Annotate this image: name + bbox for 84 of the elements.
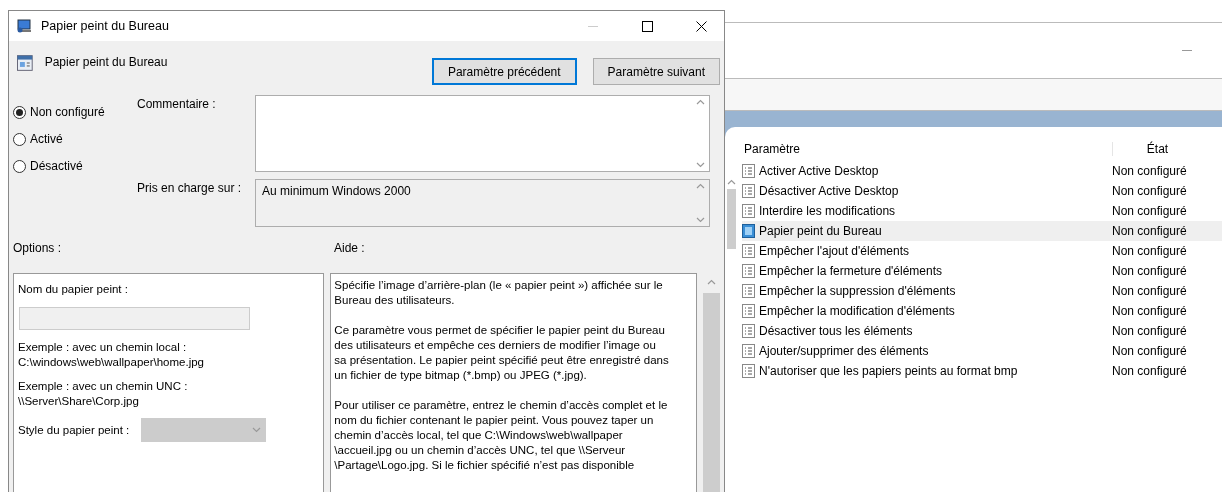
policy-icon bbox=[742, 324, 755, 338]
help-label: Aide : bbox=[334, 241, 365, 257]
scroll-up-icon[interactable] bbox=[696, 99, 705, 105]
radio-button[interactable] bbox=[13, 105, 26, 119]
wallpaper-name-label: Nom du papier peint : bbox=[18, 282, 129, 297]
policy-name: Interdire les modifications bbox=[759, 204, 896, 218]
next-setting-button[interactable]: Paramètre suivant bbox=[592, 58, 720, 85]
column-header[interactable]: État bbox=[1112, 142, 1202, 156]
policy-row[interactable]: Désactiver tous les éléments Non configuré bbox=[742, 321, 1222, 341]
policy-icon bbox=[742, 164, 755, 178]
help-paragraph: Ce paramètre vous permet de spécifier le papier peint du Bureau des utilisateurs et empêche ces derniers de modifier l’image ou sa présentation. Le papier peint spécifié peut être enregistré dans un fichier de type bitmap (*.bmp) ou JPEG (*.jpg). bbox=[334, 323, 670, 383]
help-paragraph: Spécifie l’image d’arrière-plan (le « papier peint ») affichée sur le Bureau des utilisateurs. bbox=[334, 278, 664, 308]
scroll-up-icon[interactable] bbox=[696, 183, 705, 189]
policy-name: Ajouter/supprimer des éléments bbox=[759, 344, 929, 358]
options-label: Options : bbox=[13, 241, 63, 257]
supported-on-field: Au minimum Windows 2000 bbox=[255, 179, 710, 227]
radio-label: Activé bbox=[30, 132, 63, 146]
policy-heading: Papier peint du Bureau bbox=[44, 55, 169, 69]
dropdown-chevron-icon[interactable] bbox=[252, 427, 262, 433]
policy-row[interactable]: Empêcher la modification d'éléments Non configuré bbox=[742, 301, 1222, 321]
policy-row[interactable]: Désactiver Active Desktop Non configuré bbox=[742, 181, 1222, 201]
policy-icon bbox=[742, 244, 755, 258]
policy-name: Papier peint du Bureau bbox=[759, 224, 882, 238]
column-header[interactable]: Paramètre bbox=[742, 142, 1112, 156]
comment-field[interactable] bbox=[255, 95, 710, 172]
policy-state: Non configuré bbox=[1112, 344, 1188, 358]
policy-state: Non configuré bbox=[1112, 164, 1188, 178]
policy-row[interactable]: Interdire les modifications Non configuré bbox=[742, 201, 1222, 221]
policy-icon bbox=[742, 364, 755, 378]
computer-icon bbox=[17, 19, 33, 33]
supported-on-label: Pris en charge sur : bbox=[137, 180, 243, 197]
policy-state: Non configuré bbox=[1112, 304, 1188, 318]
policy-state: Non configuré bbox=[1112, 204, 1188, 218]
close-icon bbox=[695, 20, 707, 32]
policy-state: Non configuré bbox=[1112, 264, 1188, 278]
help-paragraph: Pour utiliser ce paramètre, entrez le chemin d’accès complet et le nom du fichier contenant le papier peint. Vous pouvez taper un chemin d’accès local, tel que C:\Windows\web\wallpaper \accueil.jpg ou un chemin d’accès UNC, tel que \\Serveur \Partage\Logo.jpg. Si le fichier spécifié n’est pas disponible bbox=[334, 398, 669, 473]
policy-state: Non configuré bbox=[1112, 364, 1188, 378]
policy-row[interactable]: Ajouter/supprimer des éléments Non configuré bbox=[742, 341, 1222, 361]
scroll-up-icon[interactable] bbox=[707, 279, 716, 285]
policy-name: Activer Active Desktop bbox=[759, 164, 879, 178]
scroll-up-icon[interactable] bbox=[727, 179, 736, 185]
policy-row[interactable]: Empêcher la fermeture d'éléments Non configuré bbox=[742, 261, 1222, 281]
policy-row[interactable]: Activer Active Desktop Non configuré bbox=[742, 161, 1222, 181]
scroll-thumb[interactable] bbox=[727, 189, 736, 249]
comment-label: Commentaire : bbox=[137, 96, 217, 113]
policy-row[interactable]: Empêcher l'ajout d'éléments Non configuré bbox=[742, 241, 1222, 261]
policy-state: Non configuré bbox=[1112, 284, 1188, 298]
policy-name: Désactiver Active Desktop bbox=[759, 184, 899, 198]
policy-name: Empêcher la fermeture d'éléments bbox=[759, 264, 943, 278]
radio-button[interactable] bbox=[13, 132, 26, 146]
scroll-down-icon[interactable] bbox=[696, 162, 705, 168]
example-caption: Exemple : avec un chemin local : bbox=[18, 340, 188, 355]
example-path: \\Server\Share\Corp.jpg bbox=[18, 394, 140, 409]
policy-name: Désactiver tous les éléments bbox=[759, 324, 913, 338]
policy-icon bbox=[742, 204, 755, 218]
maximize-icon bbox=[641, 20, 653, 32]
previous-setting-button[interactable]: Paramètre précédent bbox=[431, 58, 577, 85]
policy-state: Non configuré bbox=[1112, 224, 1188, 238]
scroll-down-icon[interactable] bbox=[696, 217, 705, 223]
example-caption: Exemple : avec un chemin UNC : bbox=[18, 379, 189, 394]
example-path: C:\windows\web\wallpaper\home.jpg bbox=[18, 355, 205, 370]
minimize-icon bbox=[588, 25, 598, 27]
radio-label: Désactivé bbox=[30, 159, 83, 173]
policy-selected-icon bbox=[742, 224, 755, 238]
policy-icon bbox=[742, 184, 755, 198]
policy-row[interactable]: N'autoriser que les papiers peints au format bmp Non configuré bbox=[742, 361, 1222, 381]
policy-name: Empêcher la modification d'éléments bbox=[759, 304, 955, 318]
policy-icon bbox=[742, 304, 755, 318]
window-title: Papier peint du Bureau bbox=[41, 19, 170, 33]
wallpaper-style-label: Style du papier peint : bbox=[18, 422, 130, 438]
policy-name: Empêcher l'ajout d'éléments bbox=[759, 244, 909, 258]
policy-state: Non configuré bbox=[1112, 244, 1188, 258]
policy-row[interactable]: Papier peint du Bureau Non configuré bbox=[742, 221, 1222, 241]
policy-icon bbox=[742, 264, 755, 278]
policy-name: Empêcher la suppression d'éléments bbox=[759, 284, 956, 298]
policy-state: Non configuré bbox=[1112, 324, 1188, 338]
policy-icon bbox=[742, 284, 755, 298]
settings-window-icon bbox=[17, 55, 33, 71]
policy-icon bbox=[742, 344, 755, 358]
policy-state: Non configuré bbox=[1112, 184, 1188, 198]
radio-label: Non configuré bbox=[30, 105, 105, 119]
policy-row[interactable]: Empêcher la suppression d'éléments Non configuré bbox=[742, 281, 1222, 301]
radio-button[interactable] bbox=[13, 159, 26, 173]
policy-name: N'autoriser que les papiers peints au format bmp bbox=[759, 364, 1018, 378]
